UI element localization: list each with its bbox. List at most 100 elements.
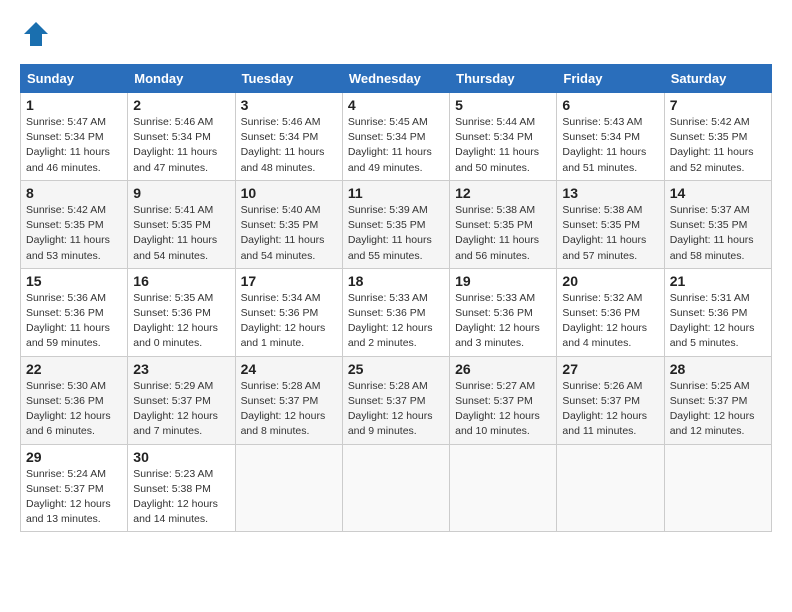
day-info: Sunrise: 5:26 AMSunset: 5:37 PMDaylight:… (562, 379, 658, 440)
calendar-cell: 1 Sunrise: 5:47 AMSunset: 5:34 PMDaylight… (21, 93, 128, 181)
day-number: 5 (455, 97, 551, 113)
day-number: 1 (26, 97, 122, 113)
calendar-cell: 9 Sunrise: 5:41 AMSunset: 5:35 PMDaylight… (128, 180, 235, 268)
day-info: Sunrise: 5:47 AMSunset: 5:34 PMDaylight:… (26, 115, 122, 176)
calendar-cell: 27 Sunrise: 5:26 AMSunset: 5:37 PMDayligh… (557, 356, 664, 444)
calendar-cell: 3 Sunrise: 5:46 AMSunset: 5:34 PMDaylight… (235, 93, 342, 181)
calendar-cell (235, 444, 342, 532)
page-header (20, 20, 772, 48)
day-number: 26 (455, 361, 551, 377)
day-info: Sunrise: 5:28 AMSunset: 5:37 PMDaylight:… (348, 379, 444, 440)
day-info: Sunrise: 5:39 AMSunset: 5:35 PMDaylight:… (348, 203, 444, 264)
day-number: 29 (26, 449, 122, 465)
weekday-header: Thursday (450, 65, 557, 93)
calendar-cell: 4 Sunrise: 5:45 AMSunset: 5:34 PMDaylight… (342, 93, 449, 181)
day-number: 15 (26, 273, 122, 289)
day-info: Sunrise: 5:42 AMSunset: 5:35 PMDaylight:… (26, 203, 122, 264)
weekday-header: Monday (128, 65, 235, 93)
day-info: Sunrise: 5:36 AMSunset: 5:36 PMDaylight:… (26, 291, 122, 352)
calendar-header: SundayMondayTuesdayWednesdayThursdayFrid… (21, 65, 772, 93)
day-number: 8 (26, 185, 122, 201)
day-info: Sunrise: 5:24 AMSunset: 5:37 PMDaylight:… (26, 467, 122, 528)
calendar-cell: 26Sunrise: 5:27 AMSunset: 5:37 PMDayligh… (450, 356, 557, 444)
day-info: Sunrise: 5:41 AMSunset: 5:35 PMDaylight:… (133, 203, 229, 264)
day-number: 6 (562, 97, 658, 113)
day-number: 13 (562, 185, 658, 201)
day-number: 21 (670, 273, 766, 289)
calendar-cell: 19 Sunrise: 5:33 AMSunset: 5:36 PMDayligh… (450, 268, 557, 356)
day-info: Sunrise: 5:33 AMSunset: 5:36 PMDaylight:… (348, 291, 444, 352)
calendar-week-row: 29 Sunrise: 5:24 AMSunset: 5:37 PMDayligh… (21, 444, 772, 532)
calendar-cell (342, 444, 449, 532)
weekday-header: Wednesday (342, 65, 449, 93)
calendar-cell: 23 Sunrise: 5:29 AMSunset: 5:37 PMDayligh… (128, 356, 235, 444)
day-info: Sunrise: 5:42 AMSunset: 5:35 PMDaylight:… (670, 115, 766, 176)
calendar-cell: 24 Sunrise: 5:28 AMSunset: 5:37 PMDayligh… (235, 356, 342, 444)
day-info: Sunrise: 5:37 AMSunset: 5:35 PMDaylight:… (670, 203, 766, 264)
day-number: 23 (133, 361, 229, 377)
logo-icon (22, 20, 50, 48)
day-number: 24 (241, 361, 337, 377)
day-info: Sunrise: 5:23 AMSunset: 5:38 PMDaylight:… (133, 467, 229, 528)
day-number: 18 (348, 273, 444, 289)
weekday-header: Friday (557, 65, 664, 93)
calendar-cell: 11 Sunrise: 5:39 AMSunset: 5:35 PMDayligh… (342, 180, 449, 268)
calendar-cell: 14Sunrise: 5:37 AMSunset: 5:35 PMDayligh… (664, 180, 771, 268)
calendar-cell: 16Sunrise: 5:35 AMSunset: 5:36 PMDayligh… (128, 268, 235, 356)
day-info: Sunrise: 5:38 AMSunset: 5:35 PMDaylight:… (455, 203, 551, 264)
calendar-cell: 7 Sunrise: 5:42 AMSunset: 5:35 PMDaylight… (664, 93, 771, 181)
calendar-cell: 6 Sunrise: 5:43 AMSunset: 5:34 PMDaylight… (557, 93, 664, 181)
day-number: 25 (348, 361, 444, 377)
weekday-header: Saturday (664, 65, 771, 93)
day-info: Sunrise: 5:46 AMSunset: 5:34 PMDaylight:… (133, 115, 229, 176)
calendar-cell: 8 Sunrise: 5:42 AMSunset: 5:35 PMDaylight… (21, 180, 128, 268)
calendar-cell (664, 444, 771, 532)
day-number: 27 (562, 361, 658, 377)
day-number: 17 (241, 273, 337, 289)
day-number: 7 (670, 97, 766, 113)
day-info: Sunrise: 5:32 AMSunset: 5:36 PMDaylight:… (562, 291, 658, 352)
calendar-cell: 10Sunrise: 5:40 AMSunset: 5:35 PMDayligh… (235, 180, 342, 268)
calendar-cell: 28 Sunrise: 5:25 AMSunset: 5:37 PMDayligh… (664, 356, 771, 444)
calendar-cell: 30 Sunrise: 5:23 AMSunset: 5:38 PMDayligh… (128, 444, 235, 532)
day-info: Sunrise: 5:44 AMSunset: 5:34 PMDaylight:… (455, 115, 551, 176)
logo (20, 20, 50, 48)
day-info: Sunrise: 5:33 AMSunset: 5:36 PMDaylight:… (455, 291, 551, 352)
day-info: Sunrise: 5:34 AMSunset: 5:36 PMDaylight:… (241, 291, 337, 352)
calendar-cell (557, 444, 664, 532)
day-number: 4 (348, 97, 444, 113)
calendar-cell: 5 Sunrise: 5:44 AMSunset: 5:34 PMDaylight… (450, 93, 557, 181)
day-info: Sunrise: 5:30 AMSunset: 5:36 PMDaylight:… (26, 379, 122, 440)
calendar-week-row: 15 Sunrise: 5:36 AMSunset: 5:36 PMDayligh… (21, 268, 772, 356)
calendar-cell: 29 Sunrise: 5:24 AMSunset: 5:37 PMDayligh… (21, 444, 128, 532)
day-number: 11 (348, 185, 444, 201)
day-info: Sunrise: 5:28 AMSunset: 5:37 PMDaylight:… (241, 379, 337, 440)
weekday-header: Sunday (21, 65, 128, 93)
calendar-cell: 21 Sunrise: 5:31 AMSunset: 5:36 PMDayligh… (664, 268, 771, 356)
day-number: 9 (133, 185, 229, 201)
day-info: Sunrise: 5:45 AMSunset: 5:34 PMDaylight:… (348, 115, 444, 176)
day-info: Sunrise: 5:29 AMSunset: 5:37 PMDaylight:… (133, 379, 229, 440)
day-info: Sunrise: 5:38 AMSunset: 5:35 PMDaylight:… (562, 203, 658, 264)
day-number: 22 (26, 361, 122, 377)
day-number: 28 (670, 361, 766, 377)
day-number: 30 (133, 449, 229, 465)
day-info: Sunrise: 5:35 AMSunset: 5:36 PMDaylight:… (133, 291, 229, 352)
day-info: Sunrise: 5:46 AMSunset: 5:34 PMDaylight:… (241, 115, 337, 176)
calendar-cell: 25 Sunrise: 5:28 AMSunset: 5:37 PMDayligh… (342, 356, 449, 444)
day-number: 12 (455, 185, 551, 201)
day-number: 19 (455, 273, 551, 289)
day-number: 3 (241, 97, 337, 113)
day-info: Sunrise: 5:31 AMSunset: 5:36 PMDaylight:… (670, 291, 766, 352)
calendar-week-row: 1 Sunrise: 5:47 AMSunset: 5:34 PMDaylight… (21, 93, 772, 181)
day-info: Sunrise: 5:43 AMSunset: 5:34 PMDaylight:… (562, 115, 658, 176)
day-number: 2 (133, 97, 229, 113)
calendar-table: SundayMondayTuesdayWednesdayThursdayFrid… (20, 64, 772, 532)
calendar-cell: 20 Sunrise: 5:32 AMSunset: 5:36 PMDayligh… (557, 268, 664, 356)
day-info: Sunrise: 5:40 AMSunset: 5:35 PMDaylight:… (241, 203, 337, 264)
weekday-header: Tuesday (235, 65, 342, 93)
calendar-cell: 12 Sunrise: 5:38 AMSunset: 5:35 PMDayligh… (450, 180, 557, 268)
calendar-cell: 18 Sunrise: 5:33 AMSunset: 5:36 PMDayligh… (342, 268, 449, 356)
day-number: 20 (562, 273, 658, 289)
day-info: Sunrise: 5:25 AMSunset: 5:37 PMDaylight:… (670, 379, 766, 440)
